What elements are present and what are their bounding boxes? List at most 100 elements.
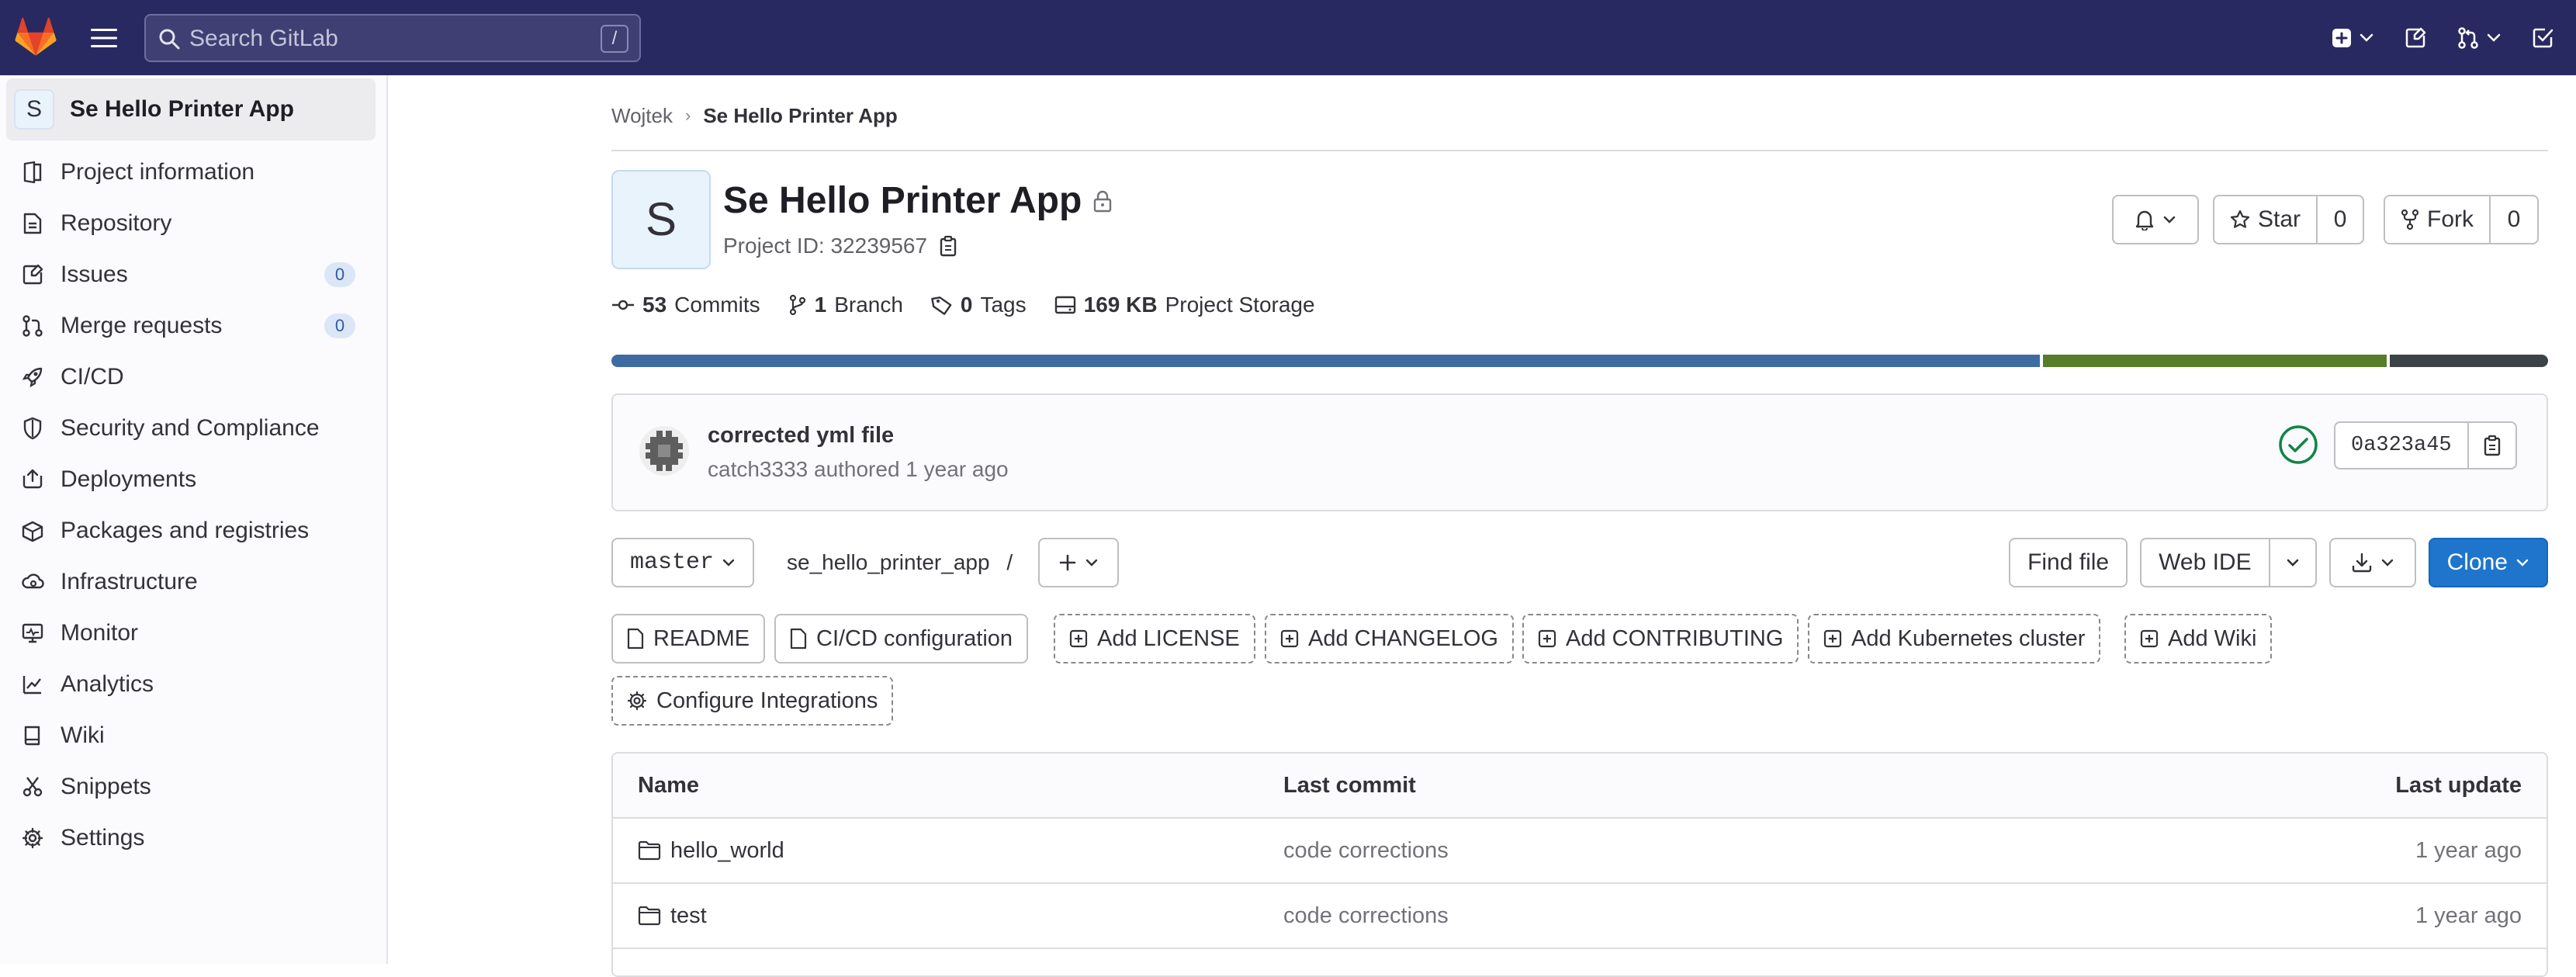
gear-icon	[20, 826, 45, 851]
search-icon	[158, 28, 180, 50]
star-button[interactable]: Star	[2213, 195, 2318, 244]
branch-icon	[788, 294, 807, 316]
hamburger-menu-icon[interactable]	[84, 22, 124, 54]
repo-path-root[interactable]: se_hello_printer_app	[787, 550, 990, 574]
star-group: Star 0	[2213, 195, 2365, 244]
commit-meta: catch3333 authored 1 year ago	[708, 457, 1009, 481]
web-ide-button[interactable]: Web IDE	[2140, 538, 2270, 587]
avatar[interactable]	[639, 426, 689, 476]
document-icon	[627, 628, 644, 650]
commit-title[interactable]: corrected yml file	[708, 423, 894, 449]
sidebar-item-label: Project information	[61, 159, 255, 185]
sidebar-item-security-and-compliance[interactable]: Security and Compliance	[0, 403, 388, 454]
issues-icon	[20, 262, 45, 287]
folder-icon	[638, 906, 661, 926]
storage-stat: 169 KB Project Storage	[1054, 293, 1315, 317]
table-row[interactable]: hello_world code corrections 1 year ago	[613, 819, 2547, 884]
issues-shortcut[interactable]	[2398, 17, 2433, 59]
sidebar-item-ci-cd[interactable]: CI/CD	[0, 352, 388, 403]
copy-sha-button[interactable]	[2468, 421, 2517, 469]
sidebar-item-settings[interactable]: Settings	[0, 812, 388, 864]
branches-stat[interactable]: 1 Branch	[788, 293, 903, 317]
plus-square-icon	[1280, 629, 1299, 648]
file-name-link[interactable]: hello_world	[670, 838, 784, 864]
search-box: /	[144, 14, 641, 62]
avatar: S	[14, 89, 54, 130]
file-commit-message[interactable]: code corrections	[1283, 819, 1449, 882]
plus-square-icon	[1538, 629, 1556, 648]
sidebar-item-repository[interactable]: Repository	[0, 198, 388, 249]
add-license-button[interactable]: Add LICENSE	[1054, 614, 1255, 663]
table-row[interactable]: test code corrections 1 year ago	[613, 884, 2547, 949]
sidebar-item-infrastructure[interactable]: Infrastructure	[0, 556, 388, 608]
add-contributing-button[interactable]: Add CONTRIBUTING	[1522, 614, 1799, 663]
project-info-icon	[20, 160, 45, 185]
commit-sha[interactable]: 0a323a45	[2334, 421, 2469, 469]
language-bar-segment[interactable]	[2043, 355, 2387, 367]
tags-count: 0	[960, 293, 973, 317]
storage-size: 169 KB	[1083, 293, 1158, 317]
notification-dropdown-wrap	[2112, 195, 2199, 244]
clone-dropdown[interactable]: Clone	[2428, 538, 2548, 587]
todos-shortcut[interactable]	[2525, 17, 2560, 59]
last-commit-panel: corrected yml file catch3333 authored 1 …	[611, 393, 2548, 511]
language-bar-segment[interactable]	[611, 355, 2041, 367]
commit-icon	[611, 297, 635, 313]
sidebar-item-label: Packages and registries	[61, 518, 310, 543]
merge-requests-count-badge: 0	[324, 314, 355, 338]
find-file-button[interactable]: Find file	[2009, 538, 2128, 587]
notification-dropdown[interactable]	[2112, 195, 2199, 244]
star-count[interactable]: 0	[2316, 195, 2365, 244]
sidebar-item-issues[interactable]: Issues 0	[0, 249, 388, 300]
column-header-name: Name	[638, 772, 699, 798]
fork-button[interactable]: Fork	[2384, 195, 2491, 244]
bell-icon	[2135, 209, 2155, 230]
commits-stat[interactable]: 53 Commits	[611, 293, 760, 317]
sidebar-item-label: Merge requests	[61, 313, 223, 338]
pipeline-passed-icon[interactable]	[2278, 424, 2318, 465]
divider	[611, 150, 2548, 151]
shortcut-label: Add CHANGELOG	[1308, 625, 1498, 651]
sidebar-item-wiki[interactable]: Wiki	[0, 710, 388, 761]
sidebar-project-link[interactable]: S Se Hello Printer App	[6, 78, 376, 140]
configure-integrations-button[interactable]: Configure Integrations	[611, 676, 894, 726]
breadcrumb-current[interactable]: Se Hello Printer App	[703, 104, 897, 128]
file-name-link[interactable]: test	[670, 903, 707, 929]
add-kubernetes-cluster-button[interactable]: Add Kubernetes cluster	[1808, 614, 2101, 663]
shortcut-label: README	[653, 625, 750, 651]
add-changelog-button[interactable]: Add CHANGELOG	[1265, 614, 1514, 663]
project-title-row: Se Hello Printer App	[723, 179, 1113, 222]
chevron-down-icon	[2162, 215, 2176, 224]
top-navbar: /	[0, 0, 2576, 75]
shortcut-label: CI/CD configuration	[816, 625, 1013, 651]
copy-icon[interactable]	[938, 234, 958, 258]
sidebar-item-project-information[interactable]: Project information	[0, 147, 388, 198]
issues-icon	[2404, 26, 2427, 50]
todo-check-icon	[2531, 26, 2554, 50]
column-header-last-commit: Last commit	[1283, 772, 1416, 798]
sidebar-item-merge-requests[interactable]: Merge requests 0	[0, 300, 388, 352]
sidebar-item-label: Deployments	[61, 466, 197, 492]
add-wiki-button[interactable]: Add Wiki	[2124, 614, 2273, 663]
search-input[interactable]	[189, 22, 562, 56]
add-to-tree-dropdown[interactable]	[1038, 538, 1119, 587]
tags-stat[interactable]: 0 Tags	[931, 293, 1027, 317]
fork-count[interactable]: 0	[2489, 195, 2539, 244]
web-ide-dropdown[interactable]	[2268, 538, 2317, 587]
merge-requests-dropdown[interactable]	[2450, 17, 2508, 59]
sidebar-item-deployments[interactable]: Deployments	[0, 454, 388, 505]
sidebar-item-snippets[interactable]: Snippets	[0, 761, 388, 812]
download-dropdown[interactable]	[2328, 538, 2416, 587]
file-commit-message[interactable]: code corrections	[1283, 884, 1449, 948]
branch-selector[interactable]: master	[611, 538, 755, 587]
readme-button[interactable]: README	[611, 614, 766, 663]
fork-label: Fork	[2427, 206, 2474, 232]
sidebar-item-packages-and-registries[interactable]: Packages and registries	[0, 505, 388, 556]
sidebar-item-analytics[interactable]: Analytics	[0, 659, 388, 710]
gitlab-logo-icon[interactable]	[14, 16, 57, 59]
breadcrumb-parent[interactable]: Wojtek	[611, 104, 673, 128]
ci-cd-configuration-button[interactable]: CI/CD configuration	[774, 614, 1029, 663]
sidebar-item-monitor[interactable]: Monitor	[0, 608, 388, 659]
language-bar-segment[interactable]	[2389, 355, 2548, 367]
create-new-dropdown[interactable]	[2325, 17, 2380, 59]
